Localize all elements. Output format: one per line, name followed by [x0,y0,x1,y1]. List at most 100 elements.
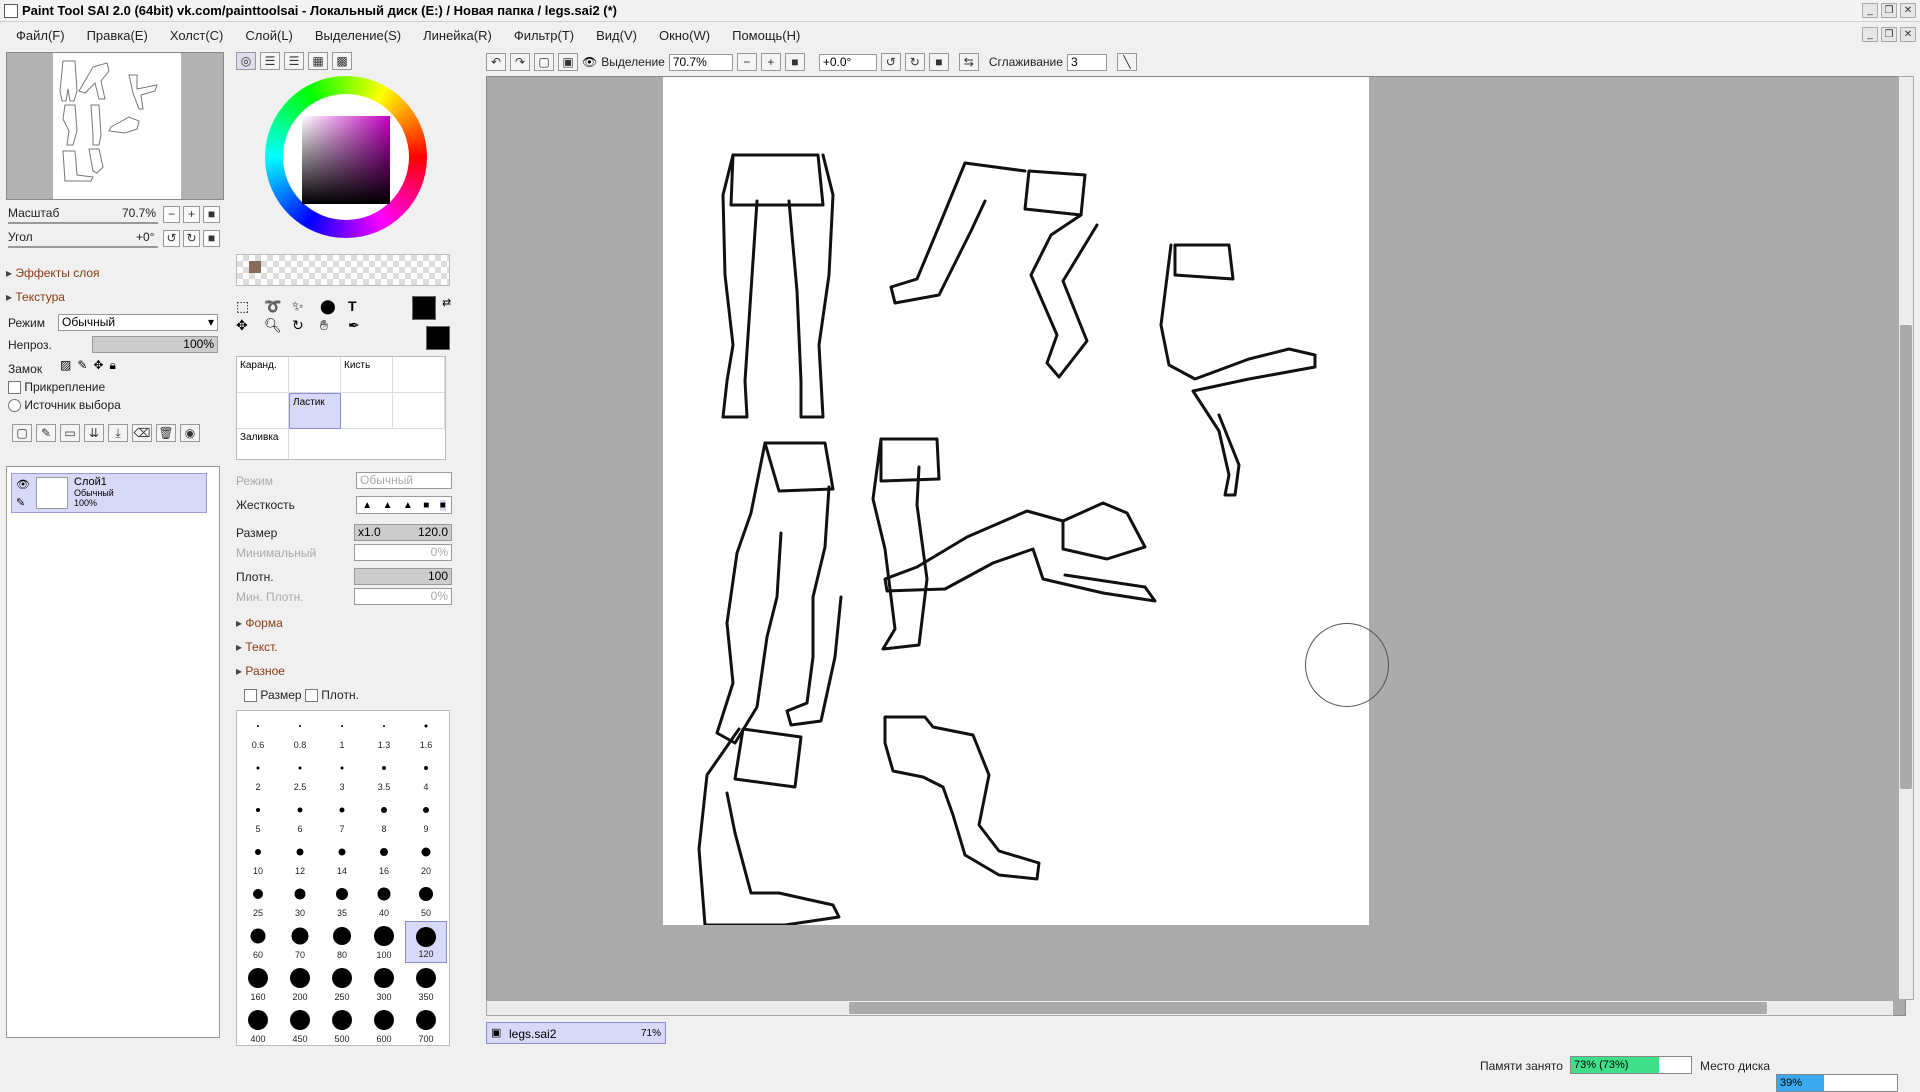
rotate-left-button[interactable]: ↺ [163,230,180,247]
menu-filter[interactable]: Фильтр(T) [503,28,585,43]
vertical-scrollbar[interactable] [1898,76,1914,1000]
minimize-button[interactable]: _ [1862,3,1878,18]
brush-tool[interactable]: Кисть [341,357,393,393]
scratchpad[interactable] [236,254,450,286]
document-tab[interactable]: ▣ legs.sai2 71% [486,1022,666,1044]
brush-size-cell[interactable]: 16 [363,837,405,879]
scratchpad-color[interactable] [249,261,261,273]
new-layer-icon[interactable]: ▢ [12,424,32,442]
menu-ruler[interactable]: Линейка(R) [412,28,503,43]
undo-icon[interactable]: ↶ [486,53,506,71]
size-pressure-checkbox[interactable] [244,689,257,703]
secondary-color-swatch[interactable] [426,326,450,350]
brush-size-cell[interactable]: 0.8 [279,711,321,753]
clipping-checkbox[interactable] [8,381,21,395]
zoom-out-button[interactable]: − [163,206,180,223]
redo-icon[interactable]: ↷ [510,53,530,71]
menu-layer[interactable]: Слой(L) [234,28,304,43]
eyedropper-icon[interactable]: ✒ [348,317,374,334]
menu-file[interactable]: Файл(F) [0,28,76,43]
zoom-reset-button[interactable]: ■ [203,206,220,223]
opacity-slider[interactable]: 100% [92,336,218,353]
brush-size-cell[interactable]: 5 [237,795,279,837]
blend-mode-select[interactable]: Обычный ▾ [58,314,218,331]
brush-size-cell[interactable]: 700 [405,1005,447,1045]
menu-canvas[interactable]: Холст(C) [159,28,235,43]
brush-size-cell[interactable]: 3.5 [363,753,405,795]
line-tool-icon[interactable]: ╲ [1116,53,1137,71]
menu-window[interactable]: Окно(W) [648,28,721,43]
texture-section[interactable]: Текстура [6,290,65,304]
brush-size-cell[interactable]: 30 [279,879,321,921]
fill-tool[interactable]: Заливка [237,429,289,459]
angle-slider[interactable] [8,246,158,248]
brush-size-cell[interactable]: 4 [405,753,447,795]
brush-size-cell[interactable]: 60 [237,921,279,963]
canvas-paper[interactable] [663,77,1369,927]
lock-transparency-icon[interactable]: ▨ [60,358,71,373]
canvas-rotate-right-button[interactable]: ↻ [904,53,925,71]
new-folder-icon[interactable]: ▭ [60,424,80,442]
size-slider[interactable]: x1.0 120.0 [354,524,452,541]
move-icon[interactable]: ✥ [236,317,262,334]
density-pressure-checkbox[interactable] [304,689,318,703]
brush-size-cell[interactable]: 20 [405,837,447,879]
brush-size-cell[interactable]: 9 [405,795,447,837]
brush-size-cell[interactable]: 10 [237,837,279,879]
hsv-slider-tab-icon[interactable]: ☰ [284,52,304,70]
doc-close-button[interactable]: ✕ [1900,27,1916,42]
layer-effects-section[interactable]: Эффекты слоя [6,266,99,280]
navigator-preview[interactable] [6,52,224,200]
lasso-icon[interactable]: ➰ [264,298,290,315]
layer-mask-icon[interactable]: ◉ [180,424,200,442]
canvas-area[interactable] [486,76,1906,1016]
shape-icon[interactable]: ⬤ [320,298,346,315]
canvas-zoom-in-button[interactable]: + [760,53,781,71]
brush-size-cell[interactable]: 8 [363,795,405,837]
merge-down-icon[interactable]: ⤓ [108,424,128,442]
canvas-angle-select[interactable]: +0.0° [818,53,877,71]
eraser-tool[interactable]: Ластик [289,393,341,429]
rotate-right-button[interactable]: ↻ [183,230,200,247]
hand-icon[interactable]: ✋︎ [320,317,346,334]
lock-all-icon[interactable]: 🔒︎ [109,358,115,373]
clear-layer-icon[interactable]: ⌫ [132,424,152,442]
invert-selection-icon[interactable]: ▣ [558,53,578,71]
doc-restore-button[interactable]: ❐ [1881,27,1897,42]
rotate-tool-icon[interactable]: ↻ [292,317,318,334]
brush-size-cell[interactable]: 2.5 [279,753,321,795]
brush-size-cell[interactable]: 14 [321,837,363,879]
zoom-slider[interactable] [8,222,158,224]
menu-help[interactable]: Помощь(H) [721,28,811,43]
brush-size-cell[interactable]: 600 [363,1005,405,1045]
new-linework-layer-icon[interactable]: ✎ [36,424,56,442]
brush-size-cell[interactable]: 2 [237,753,279,795]
saturation-value-square[interactable] [302,116,390,204]
menu-selection[interactable]: Выделение(S) [304,28,412,43]
brush-size-cell[interactable]: 350 [405,963,447,1005]
brush-size-cell[interactable]: 12 [279,837,321,879]
brush-size-cell[interactable]: 50 [405,879,447,921]
brush-size-cell[interactable]: 1 [321,711,363,753]
zoom-in-button[interactable]: + [183,206,200,223]
shape-section[interactable]: Форма [236,616,282,630]
canvas-zoom-out-button[interactable]: − [736,53,757,71]
brush-size-cell[interactable]: 1.6 [405,711,447,753]
close-button[interactable]: ✕ [1900,3,1916,18]
brush-size-cell[interactable]: 0.6 [237,711,279,753]
brush-size-cell[interactable]: 40 [363,879,405,921]
text-tool-icon[interactable]: T [348,298,374,315]
brush-size-cell[interactable]: 100 [363,921,405,963]
brush-size-cell[interactable]: 70 [279,921,321,963]
menu-view[interactable]: Вид(V) [585,28,648,43]
swatches-tab-icon[interactable]: ▩ [332,52,352,70]
brush-size-cell[interactable]: 3 [321,753,363,795]
pencil-tool[interactable]: Каранд. [237,357,289,393]
brush-size-cell[interactable]: 7 [321,795,363,837]
lock-paint-icon[interactable]: ✎ [77,358,87,373]
stabilizer-select[interactable]: 3 [1066,53,1107,71]
selection-visibility-icon[interactable]: 👁︎ [582,55,597,69]
vertical-scroll-thumb[interactable] [1900,325,1912,789]
brush-size-cell[interactable]: 6 [279,795,321,837]
selection-source-radio[interactable] [8,399,21,413]
